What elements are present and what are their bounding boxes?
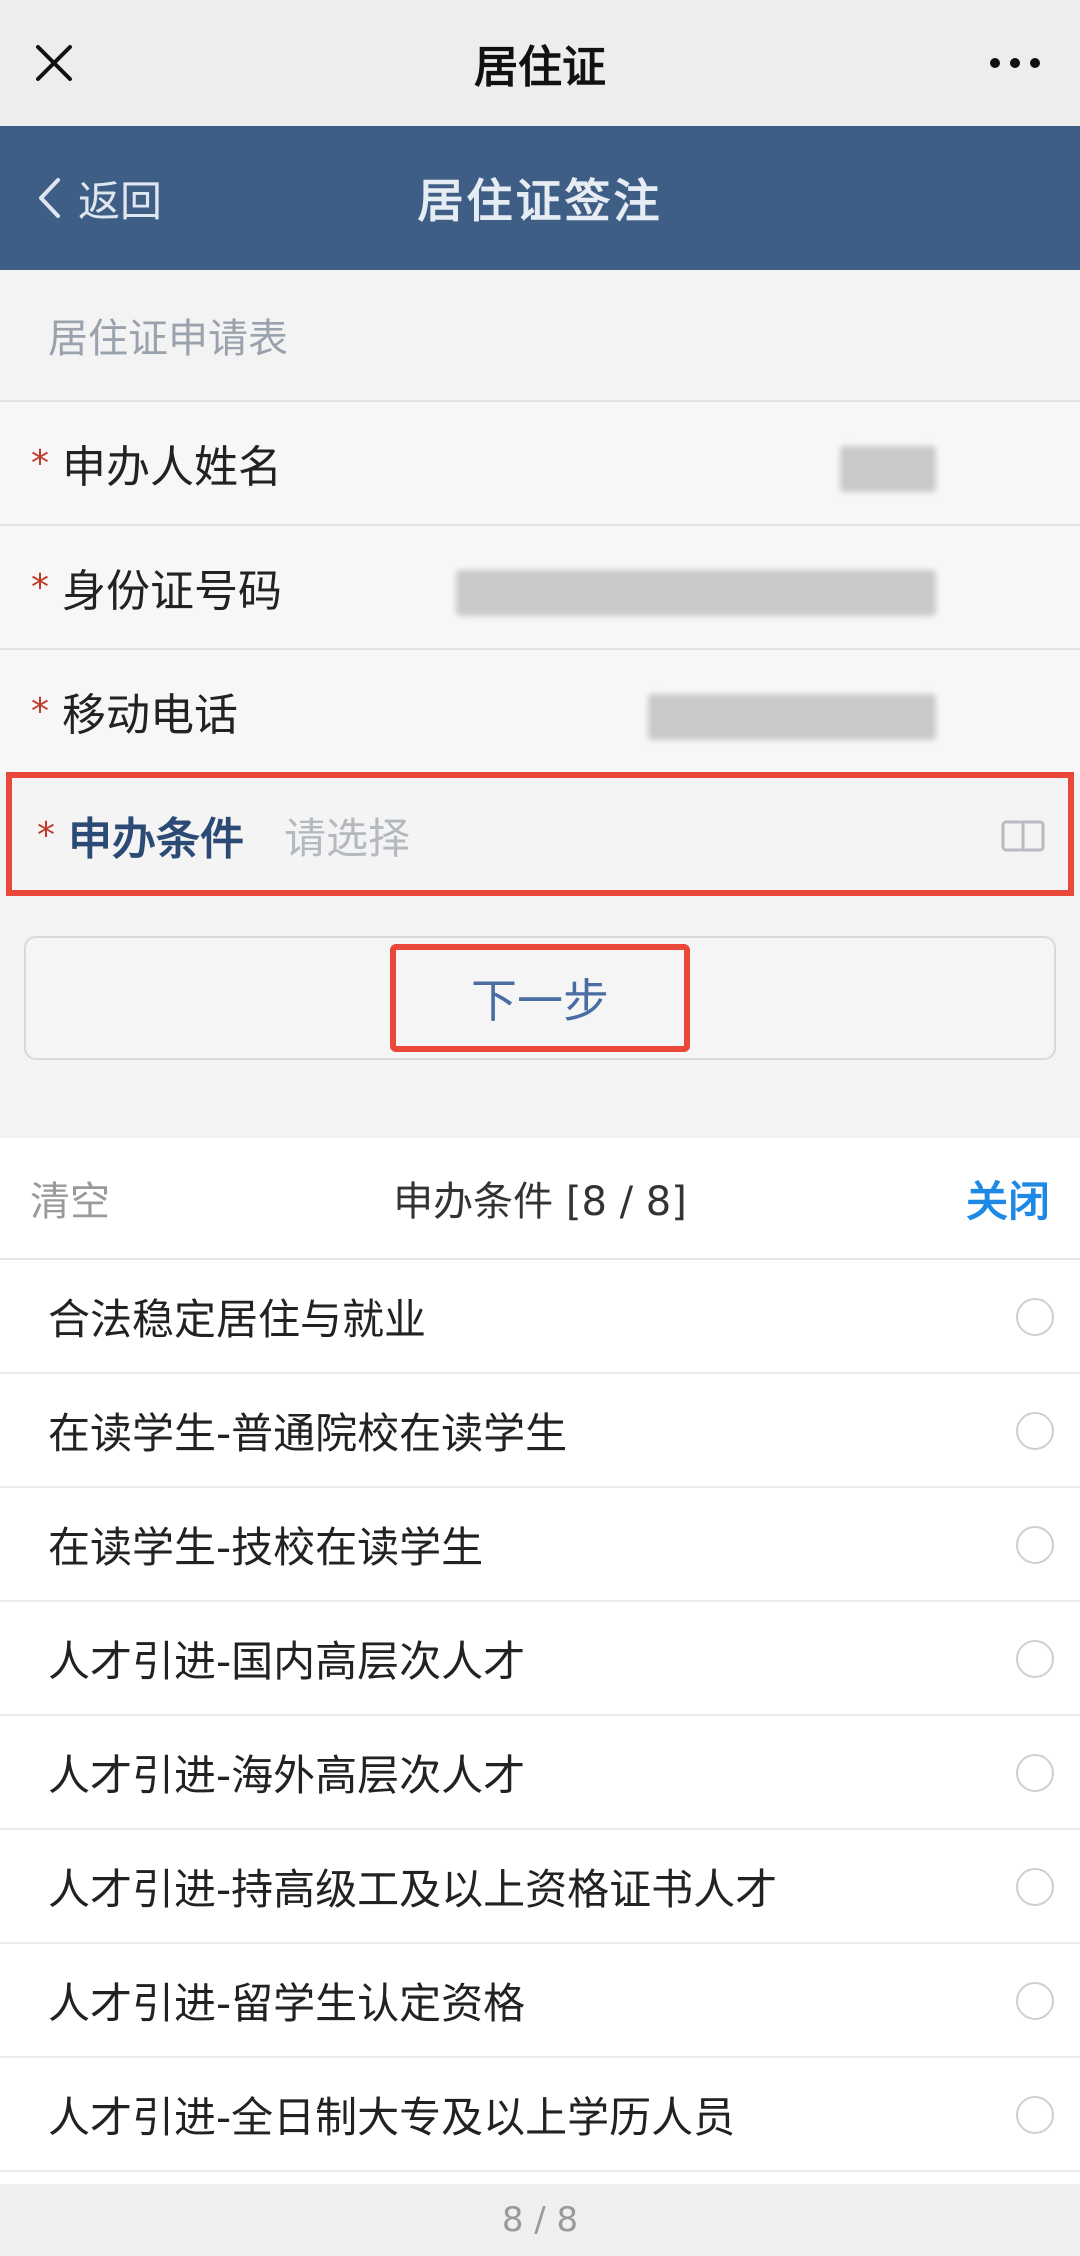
page-header: 返回 居住证签注 bbox=[0, 126, 1080, 270]
option-label: 人才引进-留学生认定资格 bbox=[48, 1978, 526, 2028]
radio-icon[interactable] bbox=[1016, 1526, 1054, 1564]
picker-option[interactable]: 在读学生-技校在读学生 bbox=[0, 1488, 1080, 1602]
redacted-value bbox=[456, 570, 936, 616]
required-mark: * bbox=[31, 566, 49, 608]
required-mark: * bbox=[31, 690, 49, 732]
option-label: 人才引进-持高级工及以上资格证书人才 bbox=[48, 1864, 778, 1914]
back-button[interactable]: 返回 bbox=[36, 166, 162, 230]
picker-option[interactable]: 人才引进-海外高层次人才 bbox=[0, 1716, 1080, 1830]
required-mark: * bbox=[31, 442, 49, 484]
application-form: 居住证申请表 * 申办人姓名 * 身份证号码 * 移动电话 * 申办条件 请选择 bbox=[0, 270, 1080, 1138]
back-label: 返回 bbox=[78, 176, 163, 226]
required-mark: * bbox=[37, 814, 55, 856]
radio-icon[interactable] bbox=[1016, 1868, 1054, 1906]
book-icon bbox=[1001, 820, 1045, 852]
picker-option[interactable]: 人才引进-全日制大专及以上学历人员 bbox=[0, 2058, 1080, 2172]
field-label: 申办条件 bbox=[68, 814, 244, 865]
radio-icon[interactable] bbox=[1016, 1754, 1054, 1792]
close-picker-button[interactable]: 关闭 bbox=[966, 1168, 1050, 1229]
form-title: 居住证申请表 bbox=[48, 316, 288, 362]
field-application-condition[interactable]: * 申办条件 请选择 bbox=[6, 772, 1074, 896]
picker-option[interactable]: 人才引进-国内高层次人才 bbox=[0, 1602, 1080, 1716]
more-icon[interactable] bbox=[980, 33, 1050, 93]
field-id-number[interactable]: * 身份证号码 bbox=[0, 524, 1080, 648]
redacted-value bbox=[840, 446, 936, 492]
next-button-wrapper: 下一步 bbox=[24, 936, 1056, 1060]
field-label: 移动电话 bbox=[62, 690, 238, 741]
condition-placeholder: 请选择 bbox=[284, 813, 411, 863]
field-mobile-phone[interactable]: * 移动电话 bbox=[0, 648, 1080, 772]
picker-option[interactable]: 人才引进-留学生认定资格 bbox=[0, 1944, 1080, 2058]
radio-icon[interactable] bbox=[1016, 1640, 1054, 1678]
app-title: 居住证 bbox=[474, 42, 606, 93]
option-label: 在读学生-普通院校在读学生 bbox=[48, 1408, 568, 1458]
picker-option[interactable]: 在读学生-普通院校在读学生 bbox=[0, 1374, 1080, 1488]
page-indicator: 8 / 8 bbox=[0, 2184, 1080, 2256]
clear-button[interactable]: 清空 bbox=[30, 1169, 110, 1227]
field-applicant-name[interactable]: * 申办人姓名 bbox=[0, 400, 1080, 524]
next-step-button[interactable]: 下一步 bbox=[390, 944, 690, 1052]
radio-icon[interactable] bbox=[1016, 2096, 1054, 2134]
picker-option[interactable]: 合法稳定居住与就业 bbox=[0, 1260, 1080, 1374]
page-title: 居住证签注 bbox=[417, 174, 663, 228]
radio-icon[interactable] bbox=[1016, 1982, 1054, 2020]
radio-icon[interactable] bbox=[1016, 1298, 1054, 1336]
field-label: 申办人姓名 bbox=[62, 442, 282, 493]
picker-title: 申办条件 [8 / 8] bbox=[393, 1179, 687, 1225]
picker-header: 清空 申办条件 [8 / 8] 关闭 bbox=[0, 1138, 1080, 1260]
option-label: 人才引进-海外高层次人才 bbox=[48, 1750, 526, 1800]
chevron-left-icon bbox=[39, 178, 60, 218]
close-icon[interactable] bbox=[30, 33, 78, 93]
radio-icon[interactable] bbox=[1016, 1412, 1054, 1450]
option-label: 人才引进-国内高层次人才 bbox=[48, 1636, 526, 1686]
option-label: 在读学生-技校在读学生 bbox=[48, 1522, 484, 1572]
condition-picker-sheet: 清空 申办条件 [8 / 8] 关闭 合法稳定居住与就业 在读学生-普通院校在读… bbox=[0, 1138, 1080, 2256]
option-label: 合法稳定居住与就业 bbox=[48, 1294, 427, 1344]
app-top-bar: 居住证 bbox=[0, 0, 1080, 126]
screen: 居住证 返回 居住证签注 居住证申请表 * 申办人姓名 * 身份证号码 * 移动… bbox=[0, 0, 1080, 2256]
option-label: 人才引进-全日制大专及以上学历人员 bbox=[48, 2092, 736, 2142]
picker-option[interactable]: 人才引进-持高级工及以上资格证书人才 bbox=[0, 1830, 1080, 1944]
field-label: 身份证号码 bbox=[62, 566, 282, 617]
redacted-value bbox=[648, 694, 936, 740]
